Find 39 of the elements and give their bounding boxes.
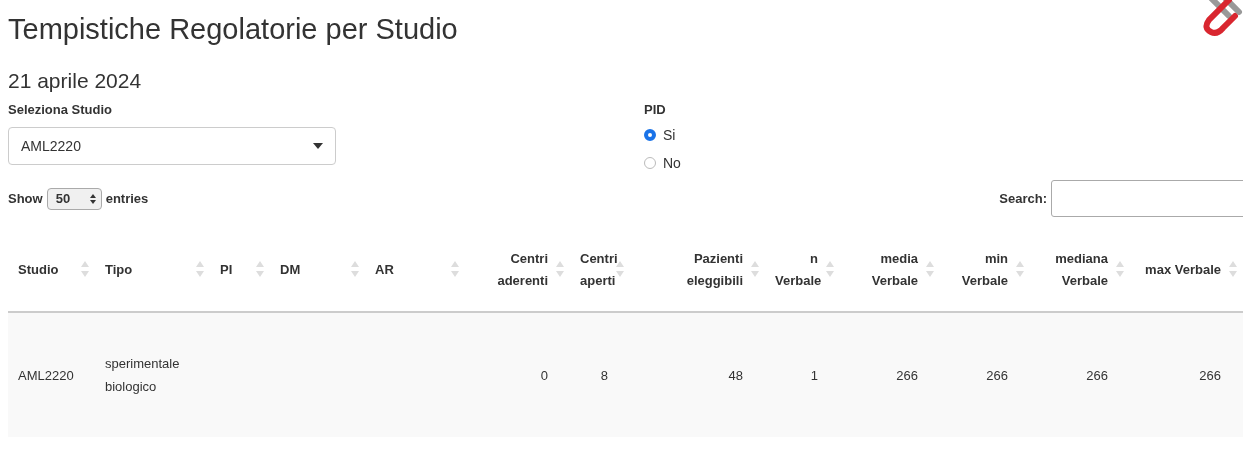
sort-icon <box>826 261 834 277</box>
search-field[interactable] <box>1051 180 1243 217</box>
radio-button[interactable] <box>644 157 656 169</box>
radio-group-label: PID <box>644 102 667 118</box>
sort-icon <box>196 261 204 277</box>
table-cell: 1 <box>765 312 840 437</box>
radio-option[interactable]: No <box>644 152 844 174</box>
show-label: Show <box>8 191 43 206</box>
page-title: Tempistiche Regolatorie per Studio <box>8 12 458 46</box>
entries-select[interactable]: 50 <box>46 187 102 210</box>
stepper-icon <box>89 193 96 204</box>
sort-icon <box>1229 261 1237 277</box>
entries-label: entries <box>105 191 149 206</box>
sort-icon <box>556 261 564 277</box>
sort-icon <box>351 261 359 277</box>
table-cell: 266 <box>840 312 940 437</box>
table-cell: 266 <box>1030 312 1130 437</box>
table-cell: 266 <box>1130 312 1243 437</box>
study-select[interactable]: AML2220 <box>8 127 336 165</box>
report-date: 21 aprile 2024 <box>8 68 143 94</box>
radio-button[interactable] <box>644 129 656 141</box>
table-cell: 266 <box>940 312 1030 437</box>
table-cell: 48 <box>630 312 765 437</box>
table-cell: AML2220 <box>8 312 95 437</box>
select-label: Seleziona Studio <box>8 102 113 118</box>
sort-icon <box>1116 261 1124 277</box>
table-cell: sperimentale biologico <box>95 312 210 437</box>
sort-icon <box>1016 261 1024 277</box>
sort-icon <box>256 261 264 277</box>
sort-icon <box>926 261 934 277</box>
table-cell: 0 <box>465 312 570 437</box>
sort-icon <box>616 261 624 277</box>
sort-icon <box>451 261 459 277</box>
sort-icon <box>81 261 89 277</box>
radio-option[interactable]: Si <box>644 124 844 146</box>
sort-icon <box>751 261 759 277</box>
search-label: Search: <box>999 191 1047 206</box>
caret-icon <box>313 143 323 149</box>
table-cell: 8 <box>570 312 630 437</box>
